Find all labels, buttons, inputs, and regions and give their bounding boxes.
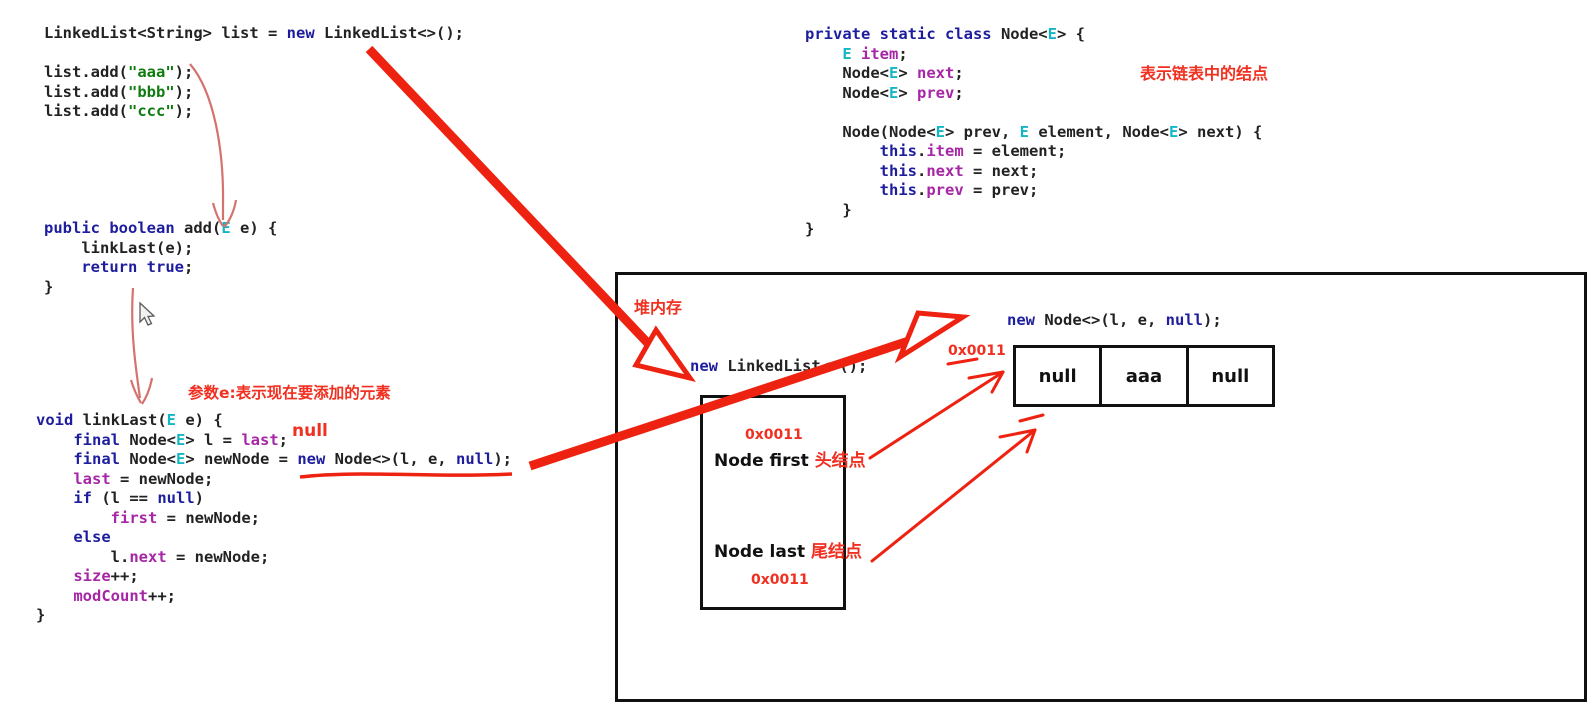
code-block-add-method: public boolean add(E e) { linkLast(e); r… [44,219,278,296]
code-block-main: LinkedList<String> list = new LinkedList… [44,24,464,120]
linkedlist-first-field: Node first 头结点 [714,446,866,471]
last-field-cn: 尾结点 [811,542,862,562]
linkedlist-last-field: Node last 尾结点 [714,537,862,562]
first-field-name: Node first [714,451,809,471]
annotation-null-value: null [292,421,328,441]
linkedlist-last-address: 0x0011 [751,572,809,588]
first-field-cn: 头结点 [814,451,866,471]
slide-canvas: LinkedList<String> list = new LinkedList… [0,0,1595,706]
node-object-table: null aaa null [1013,345,1275,407]
node-cell-prev: null [1038,365,1077,387]
last-field-name: Node last [714,542,806,562]
node-object-address: 0x0011 [948,343,1006,359]
annotation-node-class: 表示链表中的结点 [1140,64,1269,83]
squiggle-linklast-arrowhead-left [129,379,142,404]
annotation-parameter-e: 参数e:表示现在要添加的元素 [188,384,391,402]
squiggle-linklast-call-to-method [131,287,142,399]
code-block-node-class: private static class Node<E> { E item; N… [805,25,1263,238]
mouse-cursor-icon [139,301,156,326]
linkedlist-first-address: 0x0011 [745,427,803,443]
code-block-linklast-method: void linkLast(E e) { final Node<E> l = l… [36,411,512,624]
heap-node-expression: new Node<>(l, e, null); [1007,311,1222,329]
heap-linkedlist-expression: new LinkedList<>(); [690,357,868,375]
squiggle-linklast-arrowhead-right [141,377,154,405]
node-cell-item: aaa [1099,348,1185,404]
node-cell-next: null [1185,348,1272,404]
